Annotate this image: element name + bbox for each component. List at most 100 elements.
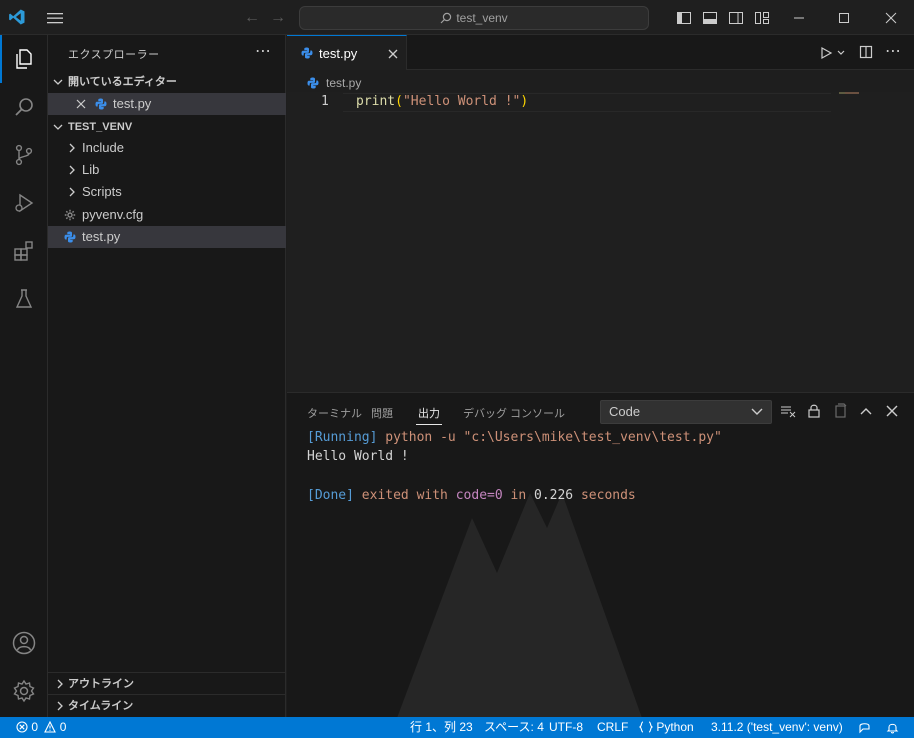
more-actions-icon[interactable]: ⋯ — [885, 41, 901, 61]
tree-item-pyvenv-cfg[interactable]: pyvenv.cfg — [48, 204, 286, 226]
sidebar-title: エクスプローラー — [68, 49, 160, 61]
forward-arrow-icon[interactable]: → — [270, 9, 286, 27]
active-tab-indicator — [416, 424, 442, 425]
editor-tabs: test.py ⋯ — [287, 35, 914, 70]
encoding[interactable]: UTF-8 — [549, 717, 583, 738]
tree-item-lib[interactable]: Lib — [48, 159, 286, 181]
tree-item-label: Scripts — [82, 184, 122, 199]
tree-item-label: Include — [82, 140, 124, 155]
toggle-secondary-sidebar-icon[interactable] — [728, 10, 744, 26]
toggle-panel-icon[interactable] — [702, 10, 718, 26]
search-icon[interactable] — [0, 83, 48, 131]
line-number: 1 — [321, 94, 329, 109]
tab-label: test.py — [319, 46, 358, 61]
language-label: Python — [656, 720, 694, 734]
tab-output[interactable]: 出力 — [418, 405, 440, 421]
braces-icon — [638, 721, 654, 733]
run-python-file-icon[interactable] — [819, 46, 833, 60]
explorer-sidebar: エクスプローラー ⋯ 開いているエディター test.py TEST_VENV … — [48, 35, 286, 717]
minimap[interactable] — [839, 92, 869, 95]
output-running-tag: [Running] — [307, 430, 378, 445]
code-paren-token: ) — [520, 94, 529, 109]
timeline-section[interactable]: タイムライン — [48, 694, 286, 716]
chevron-right-icon — [69, 143, 75, 153]
chevron-down-icon — [751, 408, 763, 415]
chevron-right-icon — [57, 701, 63, 711]
output-channel-select[interactable]: Code — [600, 400, 772, 424]
close-panel-icon[interactable] — [884, 403, 900, 419]
split-editor-icon[interactable] — [859, 45, 873, 59]
vscode-logo-icon[interactable] — [8, 8, 26, 26]
search-icon — [440, 12, 452, 24]
error-icon — [16, 721, 28, 733]
explorer-icon[interactable] — [0, 35, 48, 83]
close-icon[interactable] — [868, 0, 914, 35]
maximize-panel-icon[interactable] — [858, 403, 874, 419]
toggle-primary-sidebar-icon[interactable] — [676, 10, 692, 26]
language-mode[interactable]: Python — [638, 717, 694, 738]
accounts-icon[interactable] — [0, 619, 48, 667]
open-editors-section[interactable]: 開いているエディター — [48, 71, 286, 93]
indentation[interactable]: スペース: 4 — [484, 717, 544, 738]
problems-indicator[interactable]: 0 0 — [16, 717, 66, 738]
breadcrumb-file[interactable]: test.py — [326, 72, 361, 94]
code-editor[interactable]: 1 print("Hello World !") — [287, 92, 914, 392]
status-bar: 0 0 行 1、列 23 スペース: 4 UTF-8 CRLF Python 3… — [0, 717, 914, 738]
open-output-in-editor-icon[interactable] — [832, 403, 848, 419]
tree-item-label: test.py — [82, 229, 121, 244]
code-string-token: "Hello World !" — [402, 94, 521, 109]
back-arrow-icon[interactable]: ← — [244, 9, 260, 27]
chevron-down-icon — [53, 79, 63, 85]
bottom-panel: ターミナル 問題 出力 デバッグ コンソール Code [Running] py… — [287, 392, 914, 718]
clear-output-icon[interactable] — [780, 403, 796, 419]
menu-icon[interactable] — [46, 10, 64, 26]
tree-item-label: pyvenv.cfg — [82, 207, 144, 222]
folder-section[interactable]: TEST_VENV — [48, 116, 286, 138]
more-actions-icon[interactable]: ⋯ — [255, 41, 271, 61]
title-bar: ← → test_venv — [0, 0, 914, 35]
tab-debug-console[interactable]: デバッグ コンソール — [463, 405, 565, 421]
code-function-token: print — [356, 94, 396, 109]
source-control-icon[interactable] — [0, 131, 48, 179]
testing-icon[interactable] — [0, 275, 48, 323]
tree-item-include[interactable]: Include — [48, 137, 286, 159]
close-tab-icon[interactable] — [387, 48, 399, 60]
outline-section[interactable]: アウトライン — [48, 672, 286, 694]
close-editor-icon[interactable] — [76, 99, 86, 109]
minimize-icon[interactable] — [776, 0, 822, 35]
python-file-icon — [95, 98, 107, 110]
command-center-search[interactable]: test_venv — [299, 6, 649, 30]
manage-gear-icon[interactable] — [0, 667, 48, 715]
tab-problems[interactable]: 問題 — [371, 405, 393, 421]
notifications-bell-icon[interactable] — [886, 721, 899, 734]
output-line-running: [Running] python -u "c:\Users\mike\test_… — [307, 430, 722, 445]
python-interpreter[interactable]: 3.11.2 ('test_venv': venv) — [711, 717, 843, 738]
chevron-right-icon — [69, 187, 75, 197]
chevron-down-icon — [53, 124, 63, 130]
extensions-icon[interactable] — [0, 227, 48, 275]
lock-scroll-icon[interactable] — [806, 403, 822, 419]
output-channel-value: Code — [609, 404, 641, 419]
feedback-icon[interactable] — [858, 721, 871, 734]
tree-item-scripts[interactable]: Scripts — [48, 181, 286, 203]
python-file-icon — [64, 231, 76, 243]
code-line[interactable]: print("Hello World !") — [356, 94, 528, 109]
tab-test-py[interactable]: test.py — [287, 35, 407, 70]
output-line-result: Hello World ! — [307, 449, 409, 464]
run-debug-icon[interactable] — [0, 179, 48, 227]
customize-layout-icon[interactable] — [754, 10, 770, 26]
tab-terminal[interactable]: ターミナル — [307, 405, 362, 421]
output-exit-code: code=0 — [455, 488, 503, 503]
error-count: 0 — [31, 720, 39, 734]
end-of-line[interactable]: CRLF — [597, 717, 628, 738]
python-file-icon — [307, 77, 319, 89]
output-duration: 0.226 — [534, 488, 574, 503]
maximize-icon[interactable] — [821, 0, 867, 35]
open-editor-item[interactable]: test.py — [48, 93, 286, 115]
cursor-position[interactable]: 行 1、列 23 — [410, 717, 473, 738]
python-file-icon — [301, 47, 313, 59]
chevron-down-icon[interactable] — [837, 50, 845, 56]
activity-bar — [0, 35, 48, 717]
tree-item-test-py[interactable]: test.py — [48, 226, 286, 248]
output-text: seconds — [573, 488, 636, 503]
